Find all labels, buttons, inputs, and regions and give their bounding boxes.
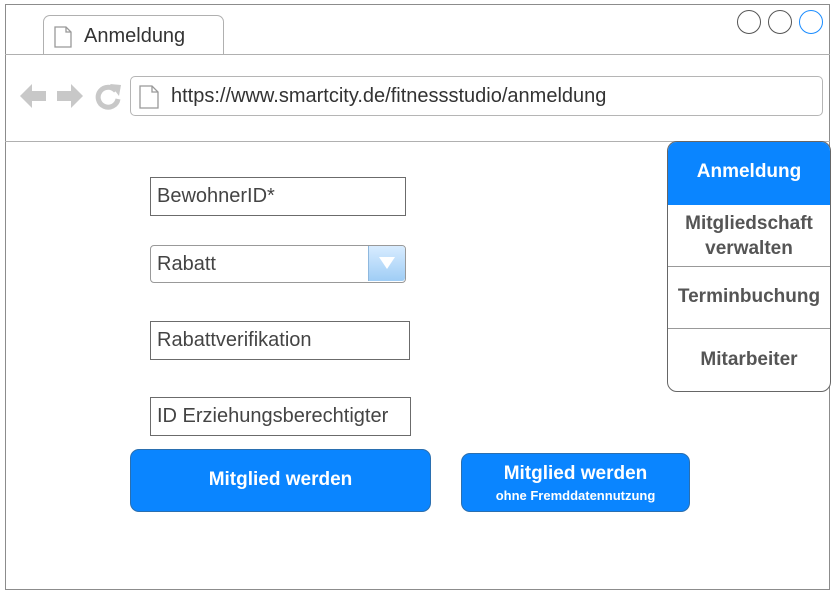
window-control-2[interactable] [768,10,792,34]
back-arrow-icon[interactable] [18,82,48,110]
browser-tab[interactable]: Anmeldung [43,15,224,55]
reload-icon[interactable] [94,82,122,110]
mitglied-werden-ohne-fremddaten-button[interactable]: Mitglied werden ohne Fremddatennutzung [461,453,690,512]
nav-item-terminbuchung[interactable]: Terminbuchung [668,267,830,329]
rabatt-select[interactable]: Rabatt [150,245,406,283]
tab-title: Anmeldung [84,25,186,47]
url-text: https://www.smartcity.de/fitnessstudio/a… [171,85,607,107]
nav-item-mitarbeiter[interactable]: Mitarbeiter [668,329,830,391]
nav-label-line1: Mitgliedschaft [685,213,813,234]
button-sublabel: ohne Fremddatennutzung [495,488,656,503]
page-icon [54,26,72,48]
side-navigation: Anmeldung Mitgliedschaft verwalten Termi… [667,141,831,392]
bewohner-id-field[interactable]: BewohnerID* [150,177,406,216]
button-label: Mitglied werden [503,463,648,484]
tab-bar-divider [5,54,830,55]
address-bar[interactable]: https://www.smartcity.de/fitnessstudio/a… [130,76,823,116]
chevron-down-icon [379,257,395,269]
rabattverifikation-field[interactable]: Rabattverifikation [150,321,410,360]
rabatt-select-value: Rabatt [157,253,216,275]
nav-item-anmeldung[interactable]: Anmeldung [668,142,830,205]
nav-label-line2: verwalten [705,238,793,259]
mitglied-werden-button[interactable]: Mitglied werden [130,449,431,512]
window-control-3[interactable] [799,10,823,34]
window-control-1[interactable] [737,10,761,34]
forward-arrow-icon[interactable] [55,82,85,110]
nav-item-mitgliedschaft-verwalten[interactable]: Mitgliedschaft verwalten [668,205,830,267]
dropdown-button[interactable] [368,246,405,281]
erziehungsberechtigter-id-field[interactable]: ID Erziehungsberechtigter [150,397,411,436]
page-icon [139,85,159,109]
